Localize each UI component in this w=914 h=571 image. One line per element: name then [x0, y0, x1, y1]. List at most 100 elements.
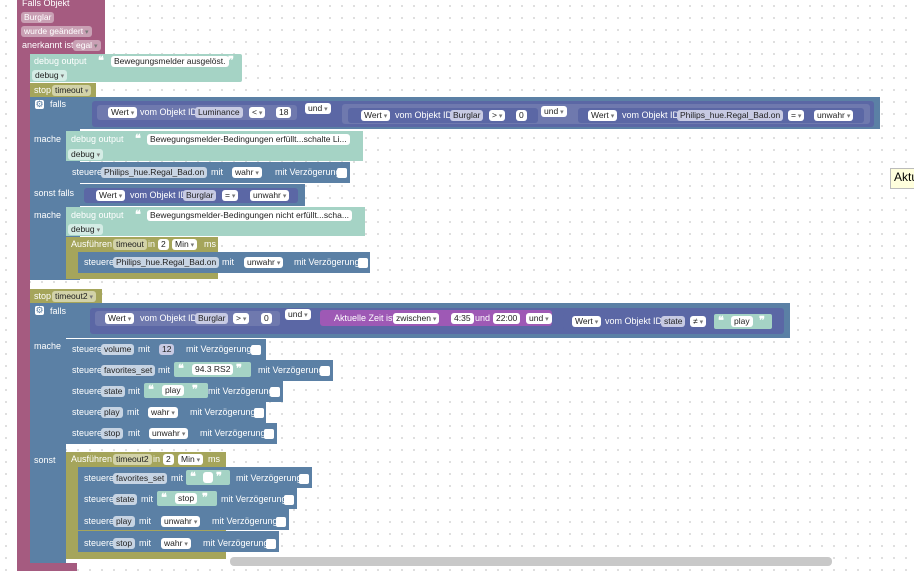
timer-name-field[interactable]: timeout2 [113, 454, 152, 465]
value-dropdown[interactable]: Wert [361, 110, 391, 121]
control-target-field[interactable]: play [101, 407, 123, 418]
object-id-burglar[interactable]: Burglar [195, 313, 229, 324]
timer-name-field[interactable]: timeout [113, 239, 147, 250]
value-true-dropdown[interactable]: wahr [148, 407, 178, 418]
do-label: mache [34, 134, 62, 144]
operator-neq-dropdown[interactable]: ≠ [690, 316, 707, 327]
control-target-field[interactable]: stop [113, 538, 136, 549]
stop-timer-dropdown[interactable]: timeout [52, 85, 92, 96]
time-to-field[interactable]: 22:00 [493, 313, 521, 324]
delay-checkbox[interactable] [299, 474, 309, 484]
number-0-field[interactable]: 0 [516, 110, 527, 121]
text-value-field[interactable]: 94.3 RS2 [192, 364, 234, 375]
gear-icon[interactable]: ⚙ [35, 306, 44, 315]
control-target-field[interactable]: stop [101, 428, 124, 439]
control-label: steuere [72, 365, 103, 375]
debug-text-field[interactable]: Bewegungsmelder-Bedingungen nicht erfüll… [147, 210, 352, 221]
operator-eq-dropdown[interactable]: = [222, 190, 239, 201]
delay-checkbox[interactable] [270, 387, 280, 397]
value-false-dropdown[interactable]: unwahr [149, 428, 189, 439]
event-block-footer[interactable] [17, 563, 77, 571]
unit-dropdown[interactable]: Min [172, 239, 198, 250]
time-from-field[interactable]: 4:35 [451, 313, 474, 324]
delay-checkbox[interactable] [264, 429, 274, 439]
object-id-burglar[interactable]: Burglar [450, 110, 484, 121]
delay-checkbox[interactable] [254, 408, 264, 418]
value-true-dropdown[interactable]: wahr [161, 538, 191, 549]
number-0-field[interactable]: 0 [261, 313, 272, 324]
control-target-field[interactable]: state [101, 386, 126, 397]
operator-gt-dropdown[interactable]: > [489, 110, 506, 121]
control-target-field[interactable]: favorites_set [101, 365, 156, 376]
value-true-dropdown[interactable]: wahr [232, 167, 262, 178]
delay-number-field[interactable]: 2 [158, 239, 169, 250]
from-object-label: vom Objekt ID [140, 313, 198, 323]
gear-icon[interactable]: ⚙ [35, 100, 44, 109]
value-false-dropdown[interactable]: unwahr [250, 190, 290, 201]
delay-checkbox[interactable] [284, 495, 294, 505]
object-id-field[interactable]: Burglar [21, 12, 55, 23]
control-label: steuere [84, 538, 115, 548]
and-dropdown[interactable]: und [285, 309, 311, 320]
value-number-field[interactable]: 12 [159, 344, 175, 355]
delay-checkbox[interactable] [251, 345, 261, 355]
object-id-luminance[interactable]: Luminance [195, 107, 243, 118]
operator-lt-dropdown[interactable]: < [249, 107, 266, 118]
horizontal-scrollbar[interactable] [230, 557, 832, 566]
object-id-state[interactable]: state [661, 316, 686, 327]
value-dropdown[interactable]: Wert [588, 110, 618, 121]
debug-text-field[interactable]: Bewegungsmelder ausgelöst. [111, 56, 229, 67]
unit-dropdown[interactable]: Min [178, 454, 204, 465]
control-label: steuere [72, 428, 103, 438]
time-mode-dropdown[interactable]: zwischen [393, 313, 440, 324]
close-quote-icon: ❞ [216, 471, 222, 483]
operator-gt-dropdown[interactable]: > [233, 313, 250, 324]
number-18-field[interactable]: 18 [276, 107, 292, 118]
delay-checkbox[interactable] [337, 168, 347, 178]
text-value-field[interactable]: play [162, 385, 184, 396]
debug-text-field[interactable]: Bewegungsmelder-Bedingungen erfüllt...sc… [147, 134, 350, 145]
control-target-field[interactable]: favorites_set [113, 473, 168, 484]
control-target-field[interactable]: state [113, 494, 138, 505]
control-target-field[interactable]: Philips_hue.Regal_Bad.on [113, 257, 220, 268]
stop-timer-dropdown[interactable]: timeout2 [52, 291, 97, 302]
text-value-field[interactable]: stop [175, 493, 198, 504]
operator-eq-dropdown[interactable]: = [788, 110, 805, 121]
control-target-field[interactable]: volume [101, 344, 135, 355]
value-false-dropdown[interactable]: unwahr [161, 516, 201, 527]
in-label: in [148, 239, 156, 249]
debug-level-dropdown[interactable]: debug [68, 149, 104, 160]
text-value-field[interactable]: play [731, 316, 753, 327]
object-id-burglar[interactable]: Burglar [183, 190, 217, 201]
debug-level-dropdown[interactable]: debug [68, 224, 104, 235]
object-id-bad[interactable]: Philips_hue.Regal_Bad.on [677, 110, 784, 121]
value-dropdown[interactable]: Wert [108, 107, 138, 118]
close-quote-icon: ❞ [236, 363, 242, 375]
value-dropdown[interactable]: Wert [572, 316, 602, 327]
delay-checkbox[interactable] [358, 258, 368, 268]
workspace[interactable]: Falls Objekt Burglar wurde geändert aner… [0, 0, 914, 571]
and-dropdown[interactable]: und [541, 106, 567, 117]
text-value-field[interactable] [203, 472, 213, 483]
delay-label: mit Verzögerung [203, 538, 269, 548]
with-label: mit [139, 516, 151, 526]
control-target-field[interactable]: play [113, 516, 135, 527]
change-mode-dropdown[interactable]: wurde geändert [21, 26, 92, 37]
ack-dropdown[interactable]: egal [73, 40, 101, 51]
delay-checkbox[interactable] [266, 539, 276, 549]
delay-checkbox[interactable] [320, 366, 330, 376]
bool-false-dropdown[interactable]: unwahr [814, 110, 854, 121]
debug-level-dropdown[interactable]: debug [32, 70, 68, 81]
delay-checkbox[interactable] [276, 517, 286, 527]
control-label: steuere [84, 516, 115, 526]
delay-number-field[interactable]: 2 [163, 454, 174, 465]
value-dropdown[interactable]: Wert [105, 313, 135, 324]
in-label: in [153, 454, 161, 464]
and-dropdown[interactable]: und [526, 313, 552, 324]
event-block[interactable] [17, 0, 30, 571]
control-target-field[interactable]: Philips_hue.Regal_Bad.on [101, 167, 208, 178]
delay-label: mit Verzögerung [200, 428, 266, 438]
value-dropdown[interactable]: Wert [96, 190, 126, 201]
and-dropdown[interactable]: und [305, 103, 331, 114]
value-false-dropdown[interactable]: unwahr [244, 257, 284, 268]
